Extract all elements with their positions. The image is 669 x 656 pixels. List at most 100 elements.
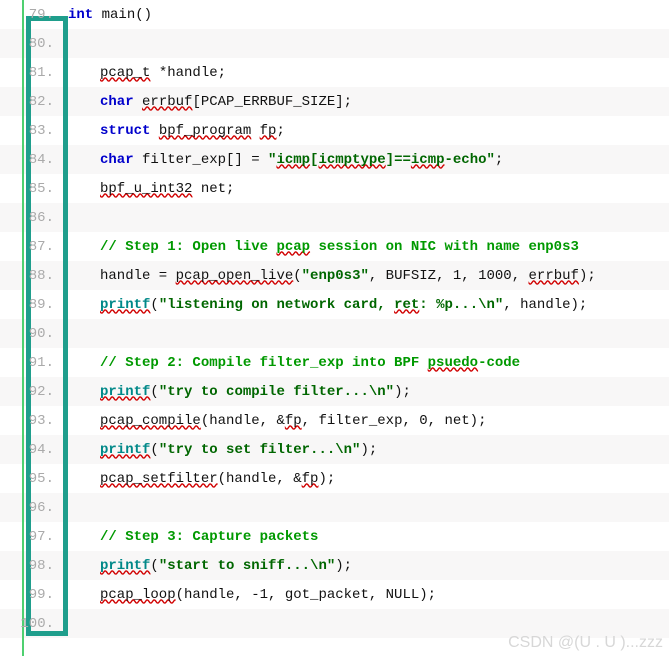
line-number: 93.	[0, 413, 58, 429]
token: -code	[478, 355, 520, 371]
line-number: 88.	[0, 268, 58, 284]
token: psuedo	[428, 355, 478, 371]
code-line: 90.	[0, 319, 669, 348]
line-number: 100.	[0, 616, 58, 632]
token: );	[335, 558, 352, 574]
code-line: 91.// Step 2: Compile filter_exp into BP…	[0, 348, 669, 377]
code-line: 96.	[0, 493, 669, 522]
code-line: 86.	[0, 203, 669, 232]
line-number: 94.	[0, 442, 58, 458]
line-number: 83.	[0, 123, 58, 139]
token: fp	[260, 123, 277, 139]
token: int	[68, 7, 93, 23]
code-content: printf("listening on network card, ret: …	[58, 297, 587, 313]
code-content: // Step 1: Open live pcap session on NIC…	[58, 239, 579, 255]
line-number: 86.	[0, 210, 58, 226]
token: icmp	[411, 152, 445, 168]
line-number: 97.	[0, 529, 58, 545]
code-line: 89.printf("listening on network card, re…	[0, 290, 669, 319]
code-line: 95.pcap_setfilter(handle, &fp);	[0, 464, 669, 493]
line-number: 85.	[0, 181, 58, 197]
code-content: pcap_compile(handle, &fp, filter_exp, 0,…	[58, 413, 487, 429]
code-content: printf("try to compile filter...\n");	[58, 384, 411, 400]
token	[251, 123, 259, 139]
token: (handle, -1, got_packet, NULL);	[176, 587, 436, 603]
token: ]==	[386, 152, 411, 168]
line-number: 89.	[0, 297, 58, 313]
token: (	[150, 442, 158, 458]
token: errbuf	[529, 268, 579, 284]
code-content: char filter_exp[] = "icmp[icmptype]==icm…	[58, 152, 503, 168]
code-line: 80.	[0, 29, 669, 58]
token: pcap_setfilter	[100, 471, 218, 487]
code-content: pcap_t *handle;	[58, 65, 226, 81]
token: printf	[100, 442, 150, 458]
code-content: struct bpf_program fp;	[58, 123, 285, 139]
token: );	[360, 442, 377, 458]
code-line: 93.pcap_compile(handle, &fp, filter_exp,…	[0, 406, 669, 435]
token: // Step 1: Open live	[100, 239, 276, 255]
code-content: printf("try to set filter...\n");	[58, 442, 377, 458]
token: -echo"	[445, 152, 495, 168]
code-line: 87.// Step 1: Open live pcap session on …	[0, 232, 669, 261]
code-content: printf("start to sniff...\n");	[58, 558, 352, 574]
token: );	[579, 268, 596, 284]
token: (	[150, 297, 158, 313]
token: pcap_t	[100, 65, 150, 81]
code-content: // Step 3: Capture packets	[58, 529, 318, 545]
token: "try to set filter...\n"	[159, 442, 361, 458]
token	[150, 123, 158, 139]
token: printf	[100, 384, 150, 400]
line-number: 84.	[0, 152, 58, 168]
code-content: int main()	[58, 7, 152, 23]
token: fp	[302, 471, 319, 487]
line-number: 81.	[0, 65, 58, 81]
token: , BUFSIZ, 1, 1000,	[369, 268, 529, 284]
token: bpf_program	[159, 123, 251, 139]
token: // Step 2: Compile filter_exp into BPF	[100, 355, 428, 371]
token: // Step 3: Capture packets	[100, 529, 318, 545]
line-number: 90.	[0, 326, 58, 342]
token: struct	[100, 123, 150, 139]
code-line: 84.char filter_exp[] = "icmp[icmptype]==…	[0, 145, 669, 174]
token: icmptype	[318, 152, 385, 168]
token: "try to compile filter...\n"	[159, 384, 394, 400]
code-block: 79.int main()80.81.pcap_t *handle;82.cha…	[0, 0, 669, 638]
code-content: pcap_loop(handle, -1, got_packet, NULL);	[58, 587, 436, 603]
line-number: 95.	[0, 471, 58, 487]
code-line: 92.printf("try to compile filter...\n");	[0, 377, 669, 406]
token: ;	[495, 152, 503, 168]
code-line: 85.bpf_u_int32 net;	[0, 174, 669, 203]
line-number: 98.	[0, 558, 58, 574]
token: pcap_compile	[100, 413, 201, 429]
code-content: handle = pcap_open_live("enp0s3", BUFSIZ…	[58, 268, 596, 284]
code-line: 94.printf("try to set filter...\n");	[0, 435, 669, 464]
line-number: 91.	[0, 355, 58, 371]
token: session on NIC with name enp0s3	[310, 239, 579, 255]
token: printf	[100, 558, 150, 574]
token: ;	[276, 123, 284, 139]
token: filter_exp[] =	[134, 152, 268, 168]
token: (handle, &	[218, 471, 302, 487]
token: ret	[394, 297, 419, 313]
line-number: 79.	[0, 7, 58, 23]
token: : %p...\n"	[419, 297, 503, 313]
token: "listening on network card,	[159, 297, 394, 313]
line-number: 99.	[0, 587, 58, 603]
token	[134, 94, 142, 110]
line-number: 87.	[0, 239, 58, 255]
token: printf	[100, 297, 150, 313]
code-line: 83.struct bpf_program fp;	[0, 116, 669, 145]
code-line: 81.pcap_t *handle;	[0, 58, 669, 87]
token: (	[150, 384, 158, 400]
token: main()	[93, 7, 152, 23]
code-line: 97. // Step 3: Capture packets	[0, 522, 669, 551]
code-line: 88.handle = pcap_open_live("enp0s3", BUF…	[0, 261, 669, 290]
token: , handle);	[503, 297, 587, 313]
token: handle =	[100, 268, 176, 284]
code-line: 82.char errbuf[PCAP_ERRBUF_SIZE];	[0, 87, 669, 116]
code-content: // Step 2: Compile filter_exp into BPF p…	[58, 355, 520, 371]
code-line: 99.pcap_loop(handle, -1, got_packet, NUL…	[0, 580, 669, 609]
line-number: 80.	[0, 36, 58, 52]
token: pcap_loop	[100, 587, 176, 603]
